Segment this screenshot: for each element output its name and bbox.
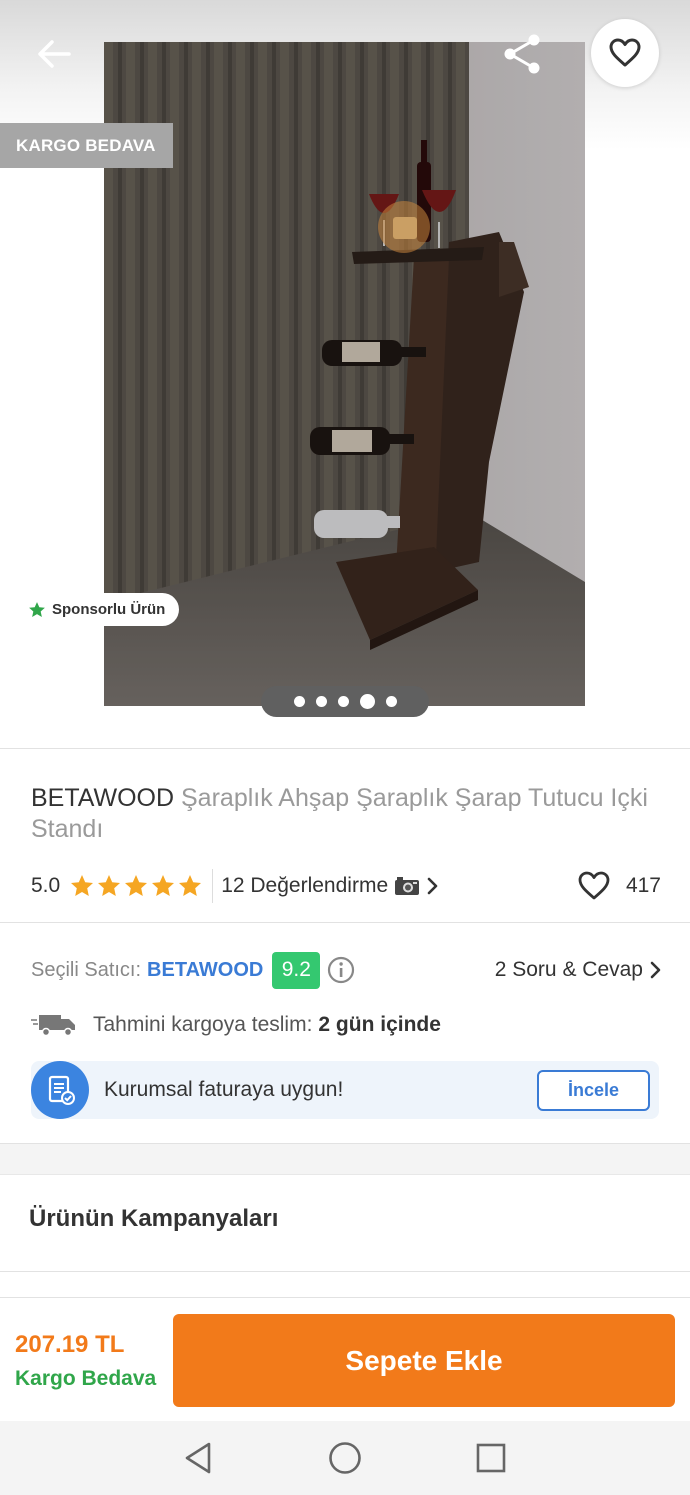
rating-stars bbox=[70, 874, 202, 898]
star-icon bbox=[179, 875, 202, 896]
corporate-invoice-text: Kurumsal faturaya uygun! bbox=[104, 1078, 344, 1101]
seller-name-link[interactable]: BETAWOOD bbox=[147, 959, 263, 982]
product-title: BETAWOOD Şaraplık Ahşap Şaraplık Şarap T… bbox=[31, 783, 671, 845]
seller-score-badge: 9.2 bbox=[272, 951, 321, 989]
sponsored-label: Sponsorlu Ürün bbox=[52, 601, 166, 618]
corporate-invoice-banner: Kurumsal faturaya uygun! İncele bbox=[31, 1061, 659, 1119]
invoice-icon bbox=[31, 1061, 89, 1119]
section-separator bbox=[0, 1143, 690, 1175]
product-image-gallery[interactable]: KARGO BEDAVA Sponsorlu Ürün bbox=[0, 0, 690, 748]
nav-recents-button[interactable] bbox=[473, 1440, 509, 1476]
system-nav-bar bbox=[0, 1421, 690, 1495]
star-icon bbox=[71, 875, 94, 896]
carousel-dot-active[interactable] bbox=[359, 694, 375, 709]
nav-home-button[interactable] bbox=[327, 1440, 363, 1476]
free-shipping-label: Kargo Bedava bbox=[15, 1367, 157, 1390]
favorite-button[interactable] bbox=[591, 19, 659, 87]
carousel-dot[interactable] bbox=[315, 696, 327, 707]
questions-answers-link[interactable]: 2 Soru & Cevap bbox=[495, 951, 661, 989]
delivery-estimate: Tahmini kargoya teslim: 2 gün içinde bbox=[31, 1008, 441, 1042]
price: 207.19 TL bbox=[15, 1331, 125, 1358]
chevron-right-icon bbox=[427, 877, 438, 895]
share-button[interactable] bbox=[496, 28, 548, 80]
divider bbox=[0, 1271, 690, 1272]
arrow-left-icon bbox=[38, 40, 71, 68]
carousel-dot[interactable] bbox=[385, 696, 397, 707]
divider bbox=[0, 922, 690, 923]
carousel-dot[interactable] bbox=[337, 696, 349, 707]
purchase-bar: 207.19 TL Kargo Bedava Sepete Ekle bbox=[0, 1297, 690, 1421]
delivery-label: Tahmini kargoya teslim: bbox=[93, 1013, 313, 1036]
free-shipping-badge: KARGO BEDAVA bbox=[0, 123, 173, 168]
camera-icon bbox=[395, 877, 420, 895]
divider bbox=[212, 869, 214, 903]
reviews-label: 12 Değerlendirme bbox=[221, 874, 389, 897]
square-recents-icon bbox=[476, 1443, 506, 1473]
reviews-link[interactable]: 12 Değerlendirme bbox=[221, 874, 438, 898]
delivery-value: 2 gün içinde bbox=[318, 1013, 441, 1036]
campaigns-title[interactable]: Ürünün Kampanyaları bbox=[29, 1205, 278, 1233]
heart-icon bbox=[609, 38, 641, 67]
product-brand[interactable]: BETAWOOD bbox=[31, 784, 174, 812]
likes-count: 417 bbox=[625, 874, 661, 897]
triangle-back-icon bbox=[185, 1442, 211, 1474]
share-icon bbox=[504, 34, 540, 74]
star-icon bbox=[152, 875, 175, 896]
likes-counter[interactable]: 417 bbox=[578, 868, 661, 904]
truck-icon bbox=[31, 1015, 75, 1037]
info-icon[interactable] bbox=[327, 956, 355, 984]
carousel-indicator[interactable] bbox=[261, 686, 429, 717]
inspect-button[interactable]: İncele bbox=[537, 1070, 650, 1111]
rating-row: 5.0 12 Değerlendirme 417 bbox=[31, 868, 661, 904]
chevron-right-icon bbox=[650, 961, 661, 979]
seller-row: Seçili Satıcı: BETAWOOD 9.2 2 Soru & Cev… bbox=[31, 951, 661, 989]
circle-home-icon bbox=[329, 1442, 361, 1474]
star-icon bbox=[98, 875, 121, 896]
star-icon bbox=[29, 601, 45, 617]
rating-value: 5.0 bbox=[31, 874, 61, 897]
seller-label: Seçili Satıcı: bbox=[31, 958, 142, 981]
star-icon bbox=[125, 875, 148, 896]
nav-back-button[interactable] bbox=[180, 1440, 216, 1476]
divider bbox=[0, 748, 690, 749]
qa-label: 2 Soru & Cevap bbox=[494, 958, 643, 981]
heart-icon bbox=[578, 871, 610, 900]
sponsored-badge: Sponsorlu Ürün bbox=[20, 593, 180, 626]
carousel-dot[interactable] bbox=[293, 696, 305, 707]
add-to-cart-button[interactable]: Sepete Ekle bbox=[173, 1314, 675, 1407]
back-button[interactable] bbox=[28, 28, 80, 80]
